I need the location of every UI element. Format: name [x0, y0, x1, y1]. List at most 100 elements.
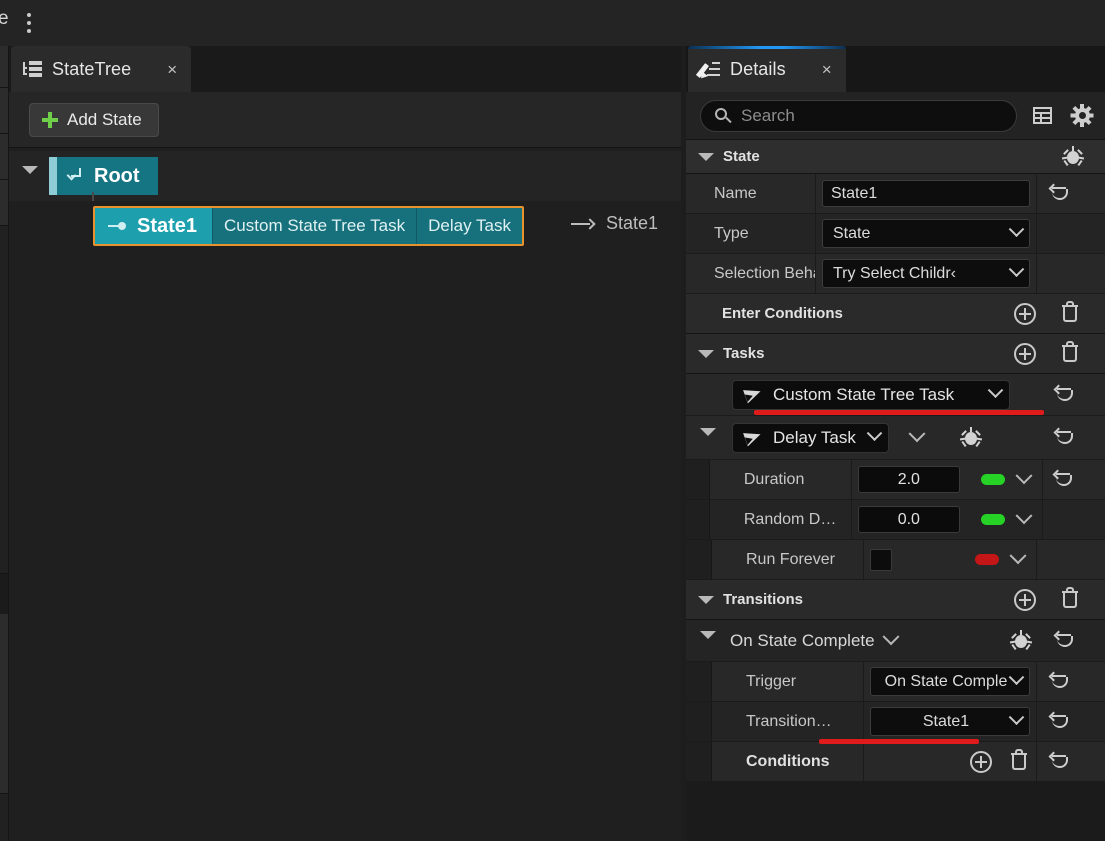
delay-task-label: Delay Task — [773, 428, 859, 448]
property-row-random-deviation: Random D… 0.0 — [686, 500, 1105, 540]
task-row-delay-task[interactable]: Delay Task — [686, 416, 1105, 460]
tree-node-state1[interactable]: State1 Custom State Tree Task Delay Task — [93, 206, 524, 246]
tab-statetree[interactable]: StateTree × — [11, 46, 191, 92]
trigger-dropdown[interactable]: On State Comple — [870, 667, 1030, 696]
revert-transition-entry-button[interactable] — [1055, 633, 1075, 649]
enter-state-icon — [108, 220, 126, 232]
revert-transition-to-button[interactable] — [1036, 702, 1083, 741]
name-text-field[interactable]: State1 — [822, 180, 1030, 207]
duration-binding-pill[interactable] — [981, 474, 1005, 485]
bug-icon[interactable] — [961, 428, 981, 448]
revert-duration-button[interactable] — [1042, 460, 1085, 499]
revert-trigger-button[interactable] — [1036, 662, 1083, 701]
circle-plus-icon[interactable] — [1014, 589, 1036, 611]
chevron-down-icon[interactable] — [698, 350, 714, 358]
bug-icon[interactable] — [1011, 631, 1031, 651]
property-row-run-forever: Run Forever — [686, 540, 1105, 580]
bug-icon[interactable] — [1063, 147, 1083, 167]
tab-details-label: Details — [730, 59, 786, 80]
trigger-dropdown-value: On State Comple — [881, 673, 1011, 691]
left-strip-segment[interactable] — [0, 614, 8, 794]
trash-icon[interactable] — [1010, 751, 1028, 772]
tree-row-root[interactable]: Root — [9, 151, 681, 201]
tab-details[interactable]: Details × — [688, 46, 846, 92]
tab-details-close-icon[interactable]: × — [822, 61, 832, 78]
run-forever-checkbox[interactable] — [870, 549, 892, 571]
trash-icon[interactable] — [1061, 303, 1079, 324]
task-row-custom-state-tree-task[interactable]: Custom State Tree Task — [686, 374, 1105, 416]
trash-icon[interactable] — [1061, 343, 1079, 364]
custom-state-tree-task-dropdown[interactable]: Custom State Tree Task — [732, 380, 1010, 410]
send-task-icon — [745, 387, 763, 403]
root-expander-toggle[interactable] — [22, 166, 42, 186]
tree-row-state1[interactable]: State1 Custom State Tree Task Delay Task… — [9, 201, 681, 251]
details-tab-strip: Details × — [686, 46, 1105, 92]
property-row-transition-to: Transition… State1 — [686, 702, 1105, 742]
delay-task-expander[interactable] — [700, 428, 720, 448]
category-state[interactable]: State — [686, 140, 1105, 174]
category-transitions[interactable]: Transitions — [686, 580, 1105, 620]
run-forever-binding-pill[interactable] — [975, 554, 999, 565]
left-strip-segment[interactable] — [0, 180, 8, 226]
chevron-down-icon[interactable] — [882, 628, 899, 645]
tree-node-root[interactable]: Root — [49, 157, 158, 195]
type-dropdown[interactable]: State — [822, 219, 1030, 248]
revert-custom-task-button[interactable] — [1055, 387, 1075, 403]
left-strip-segment[interactable] — [0, 46, 8, 88]
chevron-down-icon[interactable] — [1010, 547, 1027, 564]
statetree-tab-strip: StateTree × — [9, 46, 681, 92]
add-state-button[interactable]: Add State — [29, 103, 159, 137]
property-label-run-forever: Run Forever — [712, 540, 864, 579]
search-input[interactable]: Search — [700, 100, 1017, 132]
chevron-down-icon — [1009, 669, 1025, 685]
chevron-down-icon[interactable] — [698, 596, 714, 604]
property-row-selection-behavior: Selection Beha… Try Select Childr‹ — [686, 254, 1105, 294]
transition-to-dropdown[interactable]: State1 — [870, 707, 1030, 736]
revert-name-button[interactable] — [1036, 174, 1083, 213]
chevron-down-icon — [22, 166, 38, 174]
tree-list-icon — [23, 61, 42, 77]
root-node-label: Root — [94, 165, 140, 188]
state1-transition-target[interactable]: State1 — [571, 213, 658, 234]
delay-task-dropdown[interactable]: Delay Task — [732, 423, 889, 453]
revert-random-deviation-placeholder — [1042, 500, 1085, 539]
category-enter-conditions[interactable]: Enter Conditions — [686, 294, 1105, 334]
columns-button[interactable] — [1027, 101, 1057, 131]
settings-button[interactable] — [1067, 101, 1097, 131]
selection-behavior-value: Try Select Childr‹ — [833, 265, 1011, 283]
chevron-down-icon[interactable] — [909, 425, 926, 442]
chevron-down-icon[interactable] — [1015, 507, 1032, 524]
revert-type-placeholder — [1036, 214, 1083, 253]
circle-plus-icon[interactable] — [970, 751, 992, 773]
tab-statetree-close-icon[interactable]: × — [167, 61, 177, 78]
state1-transition-target-label: State1 — [606, 213, 658, 234]
type-dropdown-value: State — [833, 225, 1011, 243]
circle-plus-icon[interactable] — [1014, 303, 1036, 325]
chevron-down-icon — [1009, 261, 1025, 277]
state1-task-chip-custom[interactable]: Custom State Tree Task — [212, 208, 416, 244]
window-top-bar: e — [0, 0, 1105, 46]
selection-behavior-dropdown[interactable]: Try Select Childr‹ — [822, 259, 1030, 288]
left-strip-segment[interactable] — [0, 134, 8, 180]
transition-entry-expander[interactable] — [700, 631, 720, 651]
left-strip-segment[interactable] — [0, 88, 8, 134]
category-enter-conditions-label: Enter Conditions — [722, 305, 843, 322]
revert-delay-task-button[interactable] — [1055, 430, 1075, 446]
trash-icon[interactable] — [1061, 589, 1079, 610]
random-deviation-number-field[interactable]: 0.0 — [858, 506, 960, 533]
category-tasks[interactable]: Tasks — [686, 334, 1105, 374]
pencil-edit-icon — [700, 61, 720, 78]
duration-number-field[interactable]: 2.0 — [858, 466, 960, 493]
circle-plus-icon[interactable] — [1014, 343, 1036, 365]
chevron-down-icon — [1009, 709, 1025, 725]
random-deviation-binding-pill[interactable] — [981, 514, 1005, 525]
chevron-down-icon[interactable] — [1015, 467, 1032, 484]
transition-entry-on-state-completed[interactable]: On State Complete — [686, 620, 1105, 662]
category-transitions-label: Transitions — [723, 591, 803, 608]
state1-task-chip-delay[interactable]: Delay Task — [416, 208, 522, 244]
kebab-menu-icon[interactable] — [20, 6, 38, 40]
revert-conditions-button[interactable] — [1036, 742, 1083, 781]
category-tasks-label: Tasks — [723, 345, 764, 362]
property-row-trigger: Trigger On State Comple — [686, 662, 1105, 702]
chevron-down-icon[interactable] — [698, 153, 714, 161]
